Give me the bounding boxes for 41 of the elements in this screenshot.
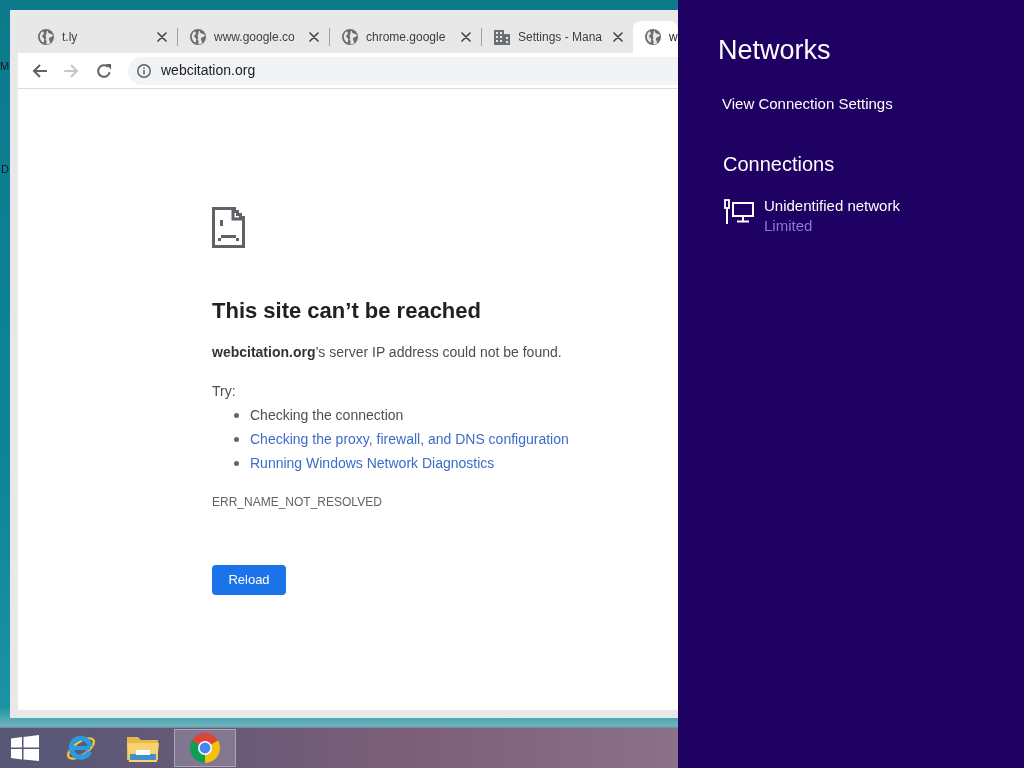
globe-icon bbox=[342, 29, 358, 45]
browser-tab[interactable]: w bbox=[633, 21, 678, 53]
section-title: Connections bbox=[723, 152, 836, 176]
bullet-icon bbox=[234, 460, 239, 466]
start-icon bbox=[11, 735, 39, 761]
browser-tab[interactable]: www.google.co bbox=[178, 21, 329, 53]
close-icon[interactable] bbox=[613, 32, 623, 42]
browser-tab[interactable]: chrome.google bbox=[330, 21, 481, 53]
browser-tab[interactable]: Settings - Mana bbox=[482, 21, 633, 53]
reload-icon[interactable] bbox=[96, 62, 112, 79]
close-icon[interactable] bbox=[461, 32, 471, 42]
globe-icon bbox=[38, 29, 54, 45]
network-monitor-icon bbox=[724, 199, 754, 224]
desktop-icon-label: D bbox=[1, 163, 9, 176]
connection-status: Limited bbox=[764, 216, 814, 236]
globe-icon bbox=[645, 29, 661, 45]
globe-icon bbox=[190, 29, 206, 45]
connection-name[interactable]: Unidentified network bbox=[764, 196, 900, 216]
building-icon bbox=[494, 29, 510, 45]
error-message: webcitation.org’s server IP address could not be found. bbox=[212, 343, 563, 362]
round-logo-icon bbox=[190, 733, 220, 763]
panel-title: Networks bbox=[718, 34, 832, 66]
sad-page-icon bbox=[212, 207, 245, 248]
browser-tab[interactable]: t.ly bbox=[26, 21, 177, 53]
settings-link[interactable]: View Connection Settings bbox=[722, 94, 893, 114]
close-icon[interactable] bbox=[157, 32, 167, 42]
suggestion-text: Checking the connection bbox=[250, 405, 404, 425]
error-code: ERR_NAME_NOT_RESOLVED bbox=[212, 494, 383, 510]
error-heading: This site can’t be reached bbox=[212, 297, 482, 325]
info-icon[interactable] bbox=[137, 63, 151, 78]
suggestion-link[interactable]: Running Windows Network Diagnostics bbox=[250, 452, 495, 474]
bullet-icon bbox=[234, 436, 239, 442]
back-arrow-icon[interactable] bbox=[32, 62, 48, 79]
taskbar-button[interactable] bbox=[174, 729, 236, 767]
reload-button[interactable]: Reload bbox=[212, 565, 286, 595]
close-icon[interactable] bbox=[309, 32, 319, 42]
address-bar[interactable]: webcitation.org bbox=[128, 56, 678, 85]
bullet-icon bbox=[234, 412, 239, 418]
desktop-icon-label: M bbox=[0, 60, 10, 73]
suggestion-link[interactable]: Checking the proxy, firewall, and DNS configuration bbox=[250, 428, 569, 450]
try-label: Try: bbox=[212, 382, 237, 401]
